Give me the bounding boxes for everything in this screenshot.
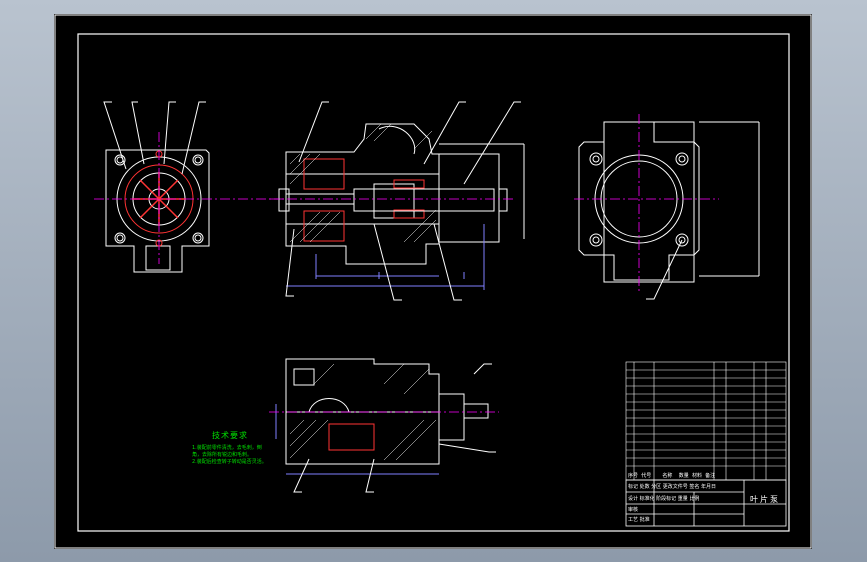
parts-header-index: 序号 [628, 473, 639, 479]
side-view [578, 121, 760, 300]
title-row-4: 工艺 批准 [628, 517, 650, 523]
tech-note-3: 2.装配后检查转子转动是否灵活。 [192, 459, 267, 465]
drawing-name: 叶片泵 [750, 495, 780, 504]
bottom-section-view [275, 358, 496, 493]
parts-header-qty: 数量 [678, 473, 689, 479]
parts-header-code: 代号 [641, 473, 652, 479]
tech-note-1: 1.装配前零件清洗，去毛刺，倒 [192, 445, 262, 451]
front-view [103, 101, 210, 273]
drawing-sheet: 技术要求 1.装配前零件清洗，去毛刺，倒 角，去除所有锐边和毛刺。 2.装配后检… [54, 14, 812, 549]
title-row-3: 审核 [628, 507, 639, 513]
cad-drawing [54, 14, 812, 549]
outer-border [54, 14, 812, 549]
section-view [278, 101, 525, 301]
title-row-1: 标记 处数 分区 更改文件号 签名 年月日 [628, 484, 716, 490]
tech-note-2: 角，去除所有锐边和毛刺。 [192, 452, 253, 458]
title-row-2: 设计 标准化 阶段标记 重量 比例 [628, 496, 700, 502]
parts-list [625, 361, 787, 481]
tech-requirements-title: 技术要求 [212, 431, 248, 440]
parts-header-name: 名称 [662, 473, 673, 479]
parts-header-material: 材料 [691, 473, 702, 479]
parts-list-header: 序号 代号 名称 数量 材料 备注 [628, 472, 715, 479]
parts-header-remark: 备注 [705, 473, 716, 479]
